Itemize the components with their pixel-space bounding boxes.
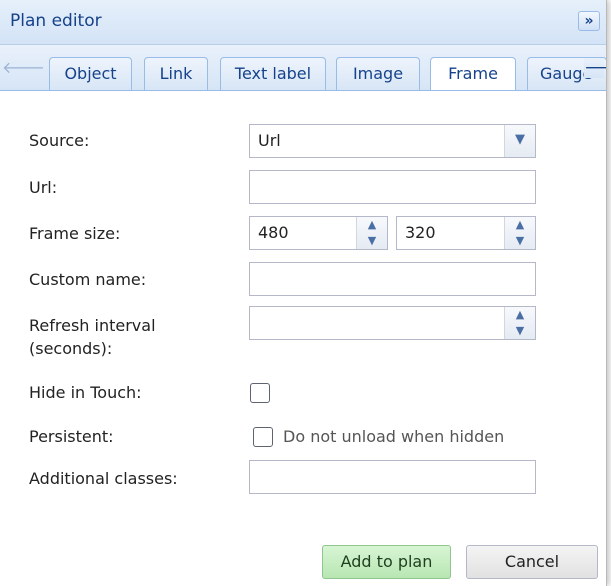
source-label: Source: [29,131,90,150]
refresh-interval-label: Refresh interval [29,316,156,335]
frame-size-label: Frame size: [29,224,121,243]
tab-image[interactable]: Image [336,57,420,90]
add-to-plan-button[interactable]: Add to plan [322,545,451,579]
custom-name-input[interactable] [249,262,536,296]
panel-title: Plan editor [10,11,102,31]
cancel-button[interactable]: Cancel [466,545,598,579]
spinner-up-icon[interactable]: ▲ [357,217,387,233]
hide-in-touch-checkbox[interactable] [250,383,270,403]
persistent-checkbox[interactable] [253,427,273,447]
arrow-right-icon: 🡒 [584,58,606,78]
url-input[interactable] [249,170,536,204]
tab-scroll-right-button[interactable]: 🡒 [584,58,606,78]
spinner-down-icon[interactable]: ▼ [357,233,387,249]
arrow-left-icon: 🡐 [2,58,45,77]
refresh-interval-spinner[interactable]: ▲ ▼ [504,307,535,339]
url-label: Url: [29,178,58,197]
panel-header: Plan editor » [0,0,606,45]
persistent-label: Persistent: [29,427,114,446]
frame-height-spinner[interactable]: ▲ ▼ [504,217,535,249]
tab-text-label[interactable]: Text label [220,57,326,90]
spinner-up-icon[interactable]: ▲ [505,217,535,233]
spinner-down-icon[interactable]: ▼ [505,233,535,249]
tab-frame[interactable]: Frame [430,57,516,90]
chevron-down-icon: ▼ [515,132,525,147]
tab-scroll-left-button[interactable]: 🡐 [2,58,45,78]
frame-height-input[interactable]: 320 ▲ ▼ [396,216,536,250]
source-value: Url [258,131,281,150]
refresh-interval-label-unit: (seconds): [29,339,113,358]
additional-classes-label: Additional classes: [29,469,178,488]
plan-editor-panel: Plan editor » 🡐 Object Link Text label I… [0,0,607,586]
source-dropdown-button[interactable]: ▼ [504,125,535,157]
collapse-button[interactable]: » [578,11,600,31]
tab-object[interactable]: Object [49,57,132,90]
spinner-up-icon[interactable]: ▲ [505,307,535,323]
tab-link[interactable]: Link [144,57,208,90]
frame-width-spinner[interactable]: ▲ ▼ [356,217,387,249]
source-combo[interactable]: Url ▼ [249,124,536,158]
tab-strip: 🡐 Object Link Text label Image Frame Gau… [0,45,606,91]
hide-in-touch-label: Hide in Touch: [29,383,142,402]
spinner-down-icon[interactable]: ▼ [505,323,535,339]
double-chevron-right-icon: » [584,13,594,29]
additional-classes-input[interactable] [249,460,536,494]
refresh-interval-input[interactable]: ▲ ▼ [249,306,536,340]
persistent-checkbox-text[interactable]: Do not unload when hidden [283,427,504,447]
frame-width-input[interactable]: 480 ▲ ▼ [249,216,388,250]
custom-name-label: Custom name: [29,270,147,289]
